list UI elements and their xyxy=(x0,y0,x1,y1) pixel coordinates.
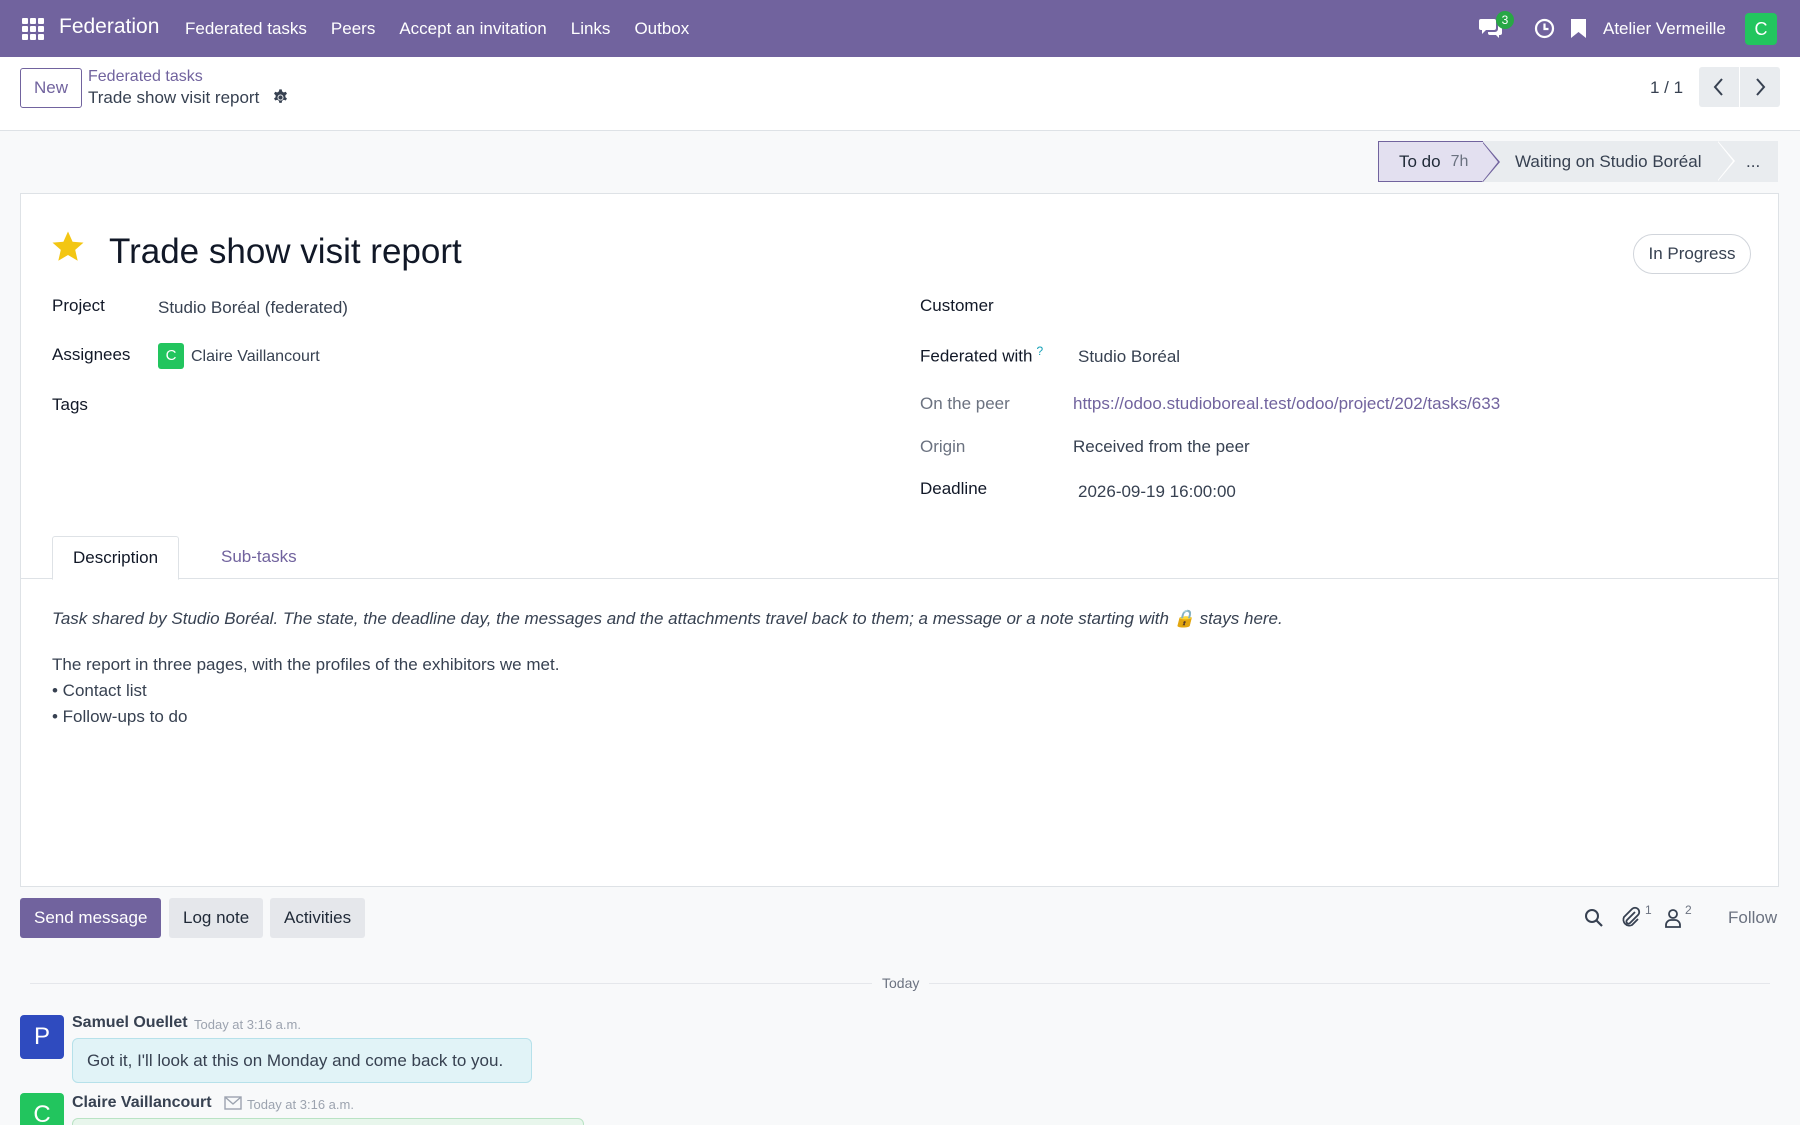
assignees-label: Assignees xyxy=(52,345,131,364)
description-note[interactable]: Task shared by Studio Boréal. The state,… xyxy=(52,609,1283,629)
description-line[interactable]: • Follow-ups to do xyxy=(52,707,187,727)
breadcrumb-parent[interactable]: Federated tasks xyxy=(88,68,203,86)
pager-previous-button[interactable] xyxy=(1699,67,1739,107)
company-switcher[interactable]: Atelier Vermeille xyxy=(1603,19,1726,39)
tab-description[interactable]: Description xyxy=(52,536,180,580)
message-author[interactable]: Claire Vaillancourt xyxy=(72,1094,212,1112)
bookmark-icon[interactable] xyxy=(1570,18,1587,39)
chevron-right-icon xyxy=(1756,78,1766,96)
deadline-label: Deadline xyxy=(920,479,988,498)
menu-outbox[interactable]: Outbox xyxy=(622,0,701,57)
project-field[interactable]: Studio Boréal (federated) xyxy=(158,298,348,318)
message-body xyxy=(72,1118,584,1125)
pager-next-button[interactable] xyxy=(1740,67,1780,107)
message-time: Today at 3:16 a.m. xyxy=(247,1097,354,1112)
project-label: Project xyxy=(52,296,105,315)
origin-label: Origin xyxy=(920,437,966,456)
attachments-count: 1 xyxy=(1645,903,1652,917)
notebook-tabs: Description Sub-tasks xyxy=(21,536,1778,580)
app-grid-icon[interactable] xyxy=(22,18,44,40)
chat-count-badge: 3 xyxy=(1496,11,1514,29)
menu-peers[interactable]: Peers xyxy=(319,0,387,57)
message-time: Today at 3:16 a.m. xyxy=(194,1017,301,1032)
stage-label: Waiting on Studio Boréal xyxy=(1515,151,1702,171)
customer-label: Customer xyxy=(920,296,994,315)
description-line[interactable]: • Contact list xyxy=(52,681,147,701)
followers-icon[interactable] xyxy=(1664,908,1682,928)
app-brand[interactable]: Federation xyxy=(59,15,159,39)
log-note-button[interactable]: Log note xyxy=(169,898,264,938)
envelope-icon xyxy=(224,1096,242,1110)
top-navbar: Federation Federated tasks Peers Accept … xyxy=(0,0,1800,57)
customer-field[interactable] xyxy=(1073,292,1753,322)
menu-links[interactable]: Links xyxy=(559,0,623,57)
send-message-button[interactable]: Send message xyxy=(20,898,162,938)
message-author-avatar[interactable]: P xyxy=(20,1015,64,1059)
gear-icon[interactable] xyxy=(272,89,289,106)
clock-icon[interactable] xyxy=(1534,18,1555,39)
stage-waiting[interactable]: Waiting on Studio Boréal xyxy=(1483,141,1735,182)
day-separator-label: Today xyxy=(872,975,930,991)
assignee-name[interactable]: Claire Vaillancourt xyxy=(191,348,320,366)
description-line[interactable]: The report in three pages, with the prof… xyxy=(52,655,559,675)
search-icon[interactable] xyxy=(1584,908,1604,928)
record-title[interactable]: Trade show visit report xyxy=(109,232,462,272)
tags-label: Tags xyxy=(52,395,88,414)
user-avatar[interactable]: C xyxy=(1745,13,1777,45)
assignee-avatar: C xyxy=(158,343,184,369)
paperclip-icon[interactable] xyxy=(1620,906,1642,928)
origin-value: Received from the peer xyxy=(1073,437,1250,456)
follow-button[interactable]: Follow xyxy=(1728,908,1777,928)
main-menu: Federated tasks Peers Accept an invitati… xyxy=(173,0,701,57)
stage-label: ... xyxy=(1746,151,1761,171)
state-button[interactable]: In Progress xyxy=(1633,234,1751,274)
tags-field[interactable] xyxy=(158,390,858,420)
menu-accept-invitation[interactable]: Accept an invitation xyxy=(387,0,558,57)
help-tooltip-icon[interactable]: ? xyxy=(1036,344,1043,358)
pager-value: 1 / 1 xyxy=(1650,78,1684,97)
tab-subtasks[interactable]: Sub-tasks xyxy=(201,536,317,579)
message-body: Got it, I'll look at this on Monday and … xyxy=(72,1038,532,1083)
deadline-field[interactable]: 2026-09-19 16:00:00 xyxy=(1078,482,1236,502)
peer-url-link[interactable]: https://odoo.studioboreal.test/odoo/proj… xyxy=(1073,394,1500,414)
activities-button[interactable]: Activities xyxy=(270,898,366,938)
control-panel: New Federated tasks Trade show visit rep… xyxy=(0,57,1800,131)
new-button[interactable]: New xyxy=(20,68,82,108)
peer-label: On the peer xyxy=(920,394,1010,413)
chevron-left-icon xyxy=(1713,78,1723,96)
stage-duration: 7h xyxy=(1450,152,1469,170)
federated-label: Federated with? xyxy=(920,344,1044,366)
breadcrumb-current: Trade show visit report xyxy=(88,88,260,107)
stage-statusbar: To do 7h Waiting on Studio Boréal ... xyxy=(1378,141,1778,182)
stage-todo[interactable]: To do 7h xyxy=(1378,141,1500,182)
menu-federated-tasks[interactable]: Federated tasks xyxy=(173,0,319,57)
followers-count: 2 xyxy=(1685,903,1692,917)
star-icon[interactable] xyxy=(51,230,85,264)
stage-label: To do xyxy=(1399,151,1441,171)
message-author[interactable]: Samuel Ouellet xyxy=(72,1014,188,1032)
form-sheet: Trade show visit report In Progress Proj… xyxy=(20,193,1779,887)
message-author-avatar[interactable]: C xyxy=(20,1093,64,1125)
federated-with-field[interactable]: Studio Boréal xyxy=(1078,347,1180,367)
